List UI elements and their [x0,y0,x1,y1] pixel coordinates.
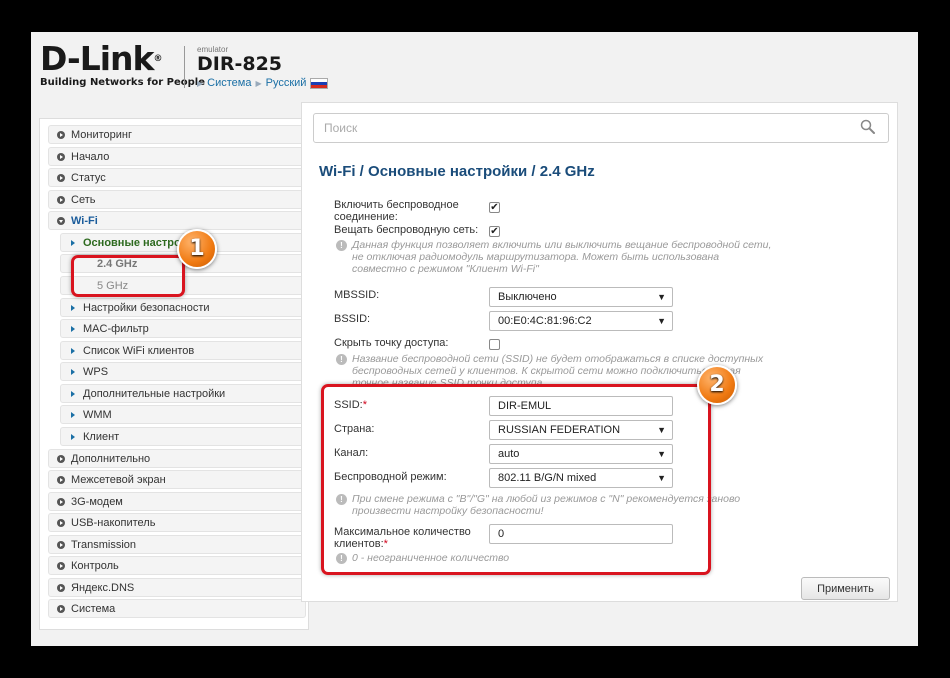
brand-slogan: Building Networks for People [40,77,205,88]
dropdown-arrow-icon: ▼ [657,316,666,326]
dlink-logo: D-Link® Building Networks for People [40,39,205,89]
sidebar-sub-client[interactable]: Клиент [60,427,306,446]
bullet-icon [57,561,65,570]
bullet-open-icon [57,216,65,225]
bullet-icon [57,540,65,549]
info-icon: ! [336,354,347,365]
registered-mark: ® [153,54,162,64]
highlight-frame-1 [71,255,185,297]
sidebar-sub-wmm[interactable]: WMM [60,405,306,424]
sidebar-sub-security[interactable]: Настройки безопасности [60,298,306,317]
sidebar-item-yandex-dns[interactable]: Яндекс.DNS [48,578,306,597]
mbssid-select[interactable]: Выключено ▼ [489,287,673,307]
broadcast-checkbox[interactable]: ✔ [489,226,500,237]
sidebar-sub-wps[interactable]: WPS [60,362,306,381]
header-divider [184,46,185,88]
model-name: DIR-825 [197,53,283,75]
hide-ap-checkbox[interactable] [489,339,500,350]
triangle-icon: ▶ [255,78,262,88]
bullet-icon [57,195,65,204]
info-icon: ! [336,240,347,251]
dropdown-arrow-icon: ▼ [657,292,666,302]
arrow-right-icon [71,347,75,354]
brand-name: D-Link [40,39,154,78]
bullet-icon [57,475,65,484]
annotation-badge-2: 2 [697,365,737,405]
sidebar-item-system[interactable]: Система [48,599,306,618]
arrow-right-icon [71,368,75,375]
arrow-right-icon [71,433,75,440]
sidebar-item-firewall[interactable]: Межсетевой экран [48,470,306,489]
triangle-icon: ▶ [197,78,204,88]
bullet-icon [57,604,65,613]
sidebar-sub-advanced[interactable]: Дополнительные настройки [60,384,306,403]
sidebar-item-usb[interactable]: USB-накопитель [48,513,306,532]
check-icon: ✔ [490,226,499,237]
russia-flag-icon[interactable] [310,77,329,89]
bullet-icon [57,130,65,139]
header-crumbs: ▶ Система ▶ Русский [197,77,329,89]
bullet-icon [57,173,65,182]
arrow-right-icon [71,325,75,332]
broadcast-label: Вещать беспроводную сеть: [334,224,479,236]
arrow-right-icon [71,390,75,397]
sidebar-item-monitoring[interactable]: Мониторинг [48,125,306,144]
bssid-select[interactable]: 00:E0:4C:81:96:C2 ▼ [489,311,673,331]
enable-wireless-label: Включить беспроводное соединение: [334,199,459,223]
hide-ap-label: Скрыть точку доступа: [334,337,449,349]
sidebar-item-start[interactable]: Начало [48,147,306,166]
highlight-frame-2 [321,384,711,575]
broadcast-hint: ! Данная функция позволяет включить или в… [336,239,776,275]
apply-button[interactable]: Применить [801,577,890,600]
search-input[interactable] [313,113,889,143]
sidebar-sub-mac-filter[interactable]: MAC-фильтр [60,319,306,338]
bssid-label: BSSID: [334,313,371,325]
sidebar-menu: Мониторинг Начало Статус Сеть Wi-Fi Осно… [39,118,309,630]
arrow-right-icon [71,411,75,418]
sidebar-item-wifi[interactable]: Wi-Fi [48,211,306,230]
search-icon[interactable] [860,119,876,135]
check-icon: ✔ [490,202,499,213]
bullet-icon [57,518,65,527]
sidebar-item-3g-modem[interactable]: 3G-модем [48,492,306,511]
sidebar-item-network[interactable]: Сеть [48,190,306,209]
sidebar-item-status[interactable]: Статус [48,168,306,187]
bullet-icon [57,583,65,592]
bullet-icon [57,497,65,506]
bullet-icon [57,152,65,161]
page-title: Wi-Fi / Основные настройки / 2.4 GHz [319,163,595,180]
language-link[interactable]: Русский [266,77,307,89]
system-link[interactable]: Система [207,77,251,89]
model-block: emulator DIR-825 ▶ Система ▶ Русский [197,45,329,89]
arrow-right-icon [71,304,75,311]
sidebar-sub-wifi-clients[interactable]: Список WiFi клиентов [60,341,306,360]
sidebar-item-advanced[interactable]: Дополнительно [48,449,306,468]
sidebar-item-transmission[interactable]: Transmission [48,535,306,554]
arrow-right-icon [71,239,75,246]
mbssid-label: MBSSID: [334,289,380,301]
bullet-icon [57,454,65,463]
router-web-ui: D-Link® Building Networks for People emu… [31,32,918,646]
annotation-badge-1: 1 [177,229,217,269]
sidebar-item-control[interactable]: Контроль [48,556,306,575]
enable-wireless-checkbox[interactable]: ✔ [489,202,500,213]
